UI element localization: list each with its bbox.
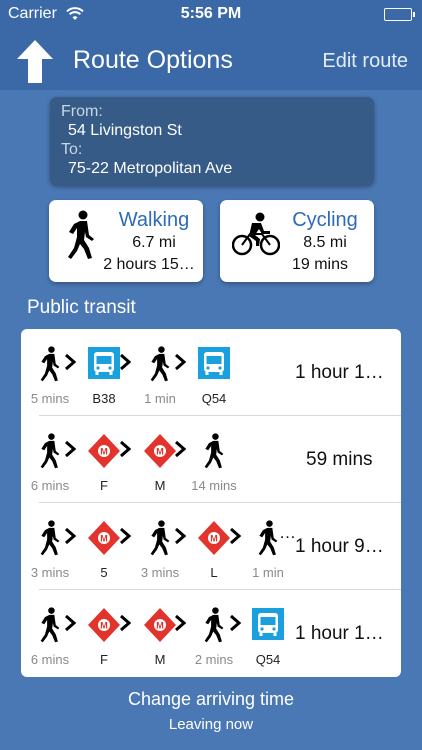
bus-icon	[251, 607, 285, 643]
section-title-public-transit: Public transit	[27, 297, 136, 318]
cycling-distance: 8.5 mi	[303, 234, 347, 251]
status-time: 5:56 PM	[180, 5, 242, 22]
route-total-time: 1 hour 9…	[295, 536, 384, 557]
up-arrow-icon[interactable]	[14, 37, 56, 85]
status-bar: Carrier 5:56 PM	[0, 0, 422, 30]
walking-icon	[143, 346, 177, 382]
cycling-label: Cycling	[292, 209, 358, 231]
route-step: Q54	[189, 346, 239, 406]
cycling-option[interactable]: Cycling 8.5 mi 19 mins	[220, 200, 374, 282]
to-address: 75-22 Metropolitan Ave	[68, 160, 233, 177]
route-step: 14 mins	[189, 433, 239, 493]
leaving-status: Leaving now	[168, 716, 254, 733]
chevron-right-icon	[64, 527, 77, 545]
step-label: Q54	[255, 652, 281, 667]
change-arriving-time-button[interactable]: Change arriving time	[0, 689, 422, 710]
chevron-right-icon	[64, 440, 77, 458]
route-total-time: 59 mins	[306, 449, 373, 470]
svg-text:M: M	[100, 447, 108, 457]
nav-bar: Route Options Edit route	[0, 30, 422, 90]
bus-icon	[87, 346, 121, 382]
chevron-right-icon	[229, 614, 242, 632]
chevron-right-icon	[174, 440, 187, 458]
walking-icon	[63, 210, 99, 265]
metro-icon: M	[87, 607, 121, 643]
metro-icon: M	[143, 607, 177, 643]
page-title: Route Options	[73, 46, 233, 74]
to-label: To:	[61, 141, 83, 158]
more-steps-indicator: …	[279, 523, 296, 542]
walking-icon	[33, 346, 67, 382]
svg-text:M: M	[100, 621, 108, 631]
walking-distance: 6.7 mi	[132, 234, 176, 251]
step-label: 1 min	[252, 565, 284, 580]
step-label: 14 mins	[191, 478, 237, 493]
metro-icon: M	[197, 520, 231, 556]
chevron-right-icon	[174, 527, 187, 545]
transit-route-row[interactable]: 6 mins M F M M 2 mins Q54 1 hour 1…	[21, 590, 401, 677]
walking-option[interactable]: Walking 6.7 mi 2 hours 15…	[49, 200, 203, 282]
chevron-right-icon	[64, 614, 77, 632]
chevron-right-icon	[119, 440, 132, 458]
metro-icon: M	[143, 433, 177, 469]
cycling-duration: 19 mins	[291, 256, 349, 273]
bus-icon	[197, 346, 231, 382]
chevron-right-icon	[174, 353, 187, 371]
from-address: 54 Livingston St	[68, 122, 182, 139]
walking-icon	[197, 433, 231, 469]
walking-icon	[143, 520, 177, 556]
chevron-right-icon	[119, 527, 132, 545]
walking-icon	[197, 607, 231, 643]
edit-route-button[interactable]: Edit route	[322, 50, 408, 73]
svg-text:M: M	[210, 534, 218, 544]
bicycle-icon	[231, 212, 281, 261]
battery-icon	[384, 8, 415, 21]
transit-route-row[interactable]: 3 mins M 5 3 mins M L 1 min… 1 hour 9…	[21, 503, 401, 590]
transit-route-list: 5 mins B38 1 min Q54 1 hour 1… 6 mins M F M M 14 m…	[21, 329, 401, 677]
walking-duration: 2 hours 15…	[103, 256, 195, 273]
route-step: Q54	[243, 607, 293, 667]
route-total-time: 1 hour 1…	[295, 362, 384, 383]
walking-label: Walking	[118, 209, 190, 231]
walking-icon	[33, 520, 67, 556]
chevron-right-icon	[174, 614, 187, 632]
transit-route-row[interactable]: 5 mins B38 1 min Q54 1 hour 1…	[21, 329, 401, 416]
walking-icon	[33, 433, 67, 469]
transit-route-row[interactable]: 6 mins M F M M 14 mins 59 mins	[21, 416, 401, 503]
chevron-right-icon	[64, 353, 77, 371]
svg-text:M: M	[156, 621, 164, 631]
route-total-time: 1 hour 1…	[295, 623, 384, 644]
svg-text:M: M	[100, 534, 108, 544]
chevron-right-icon	[119, 353, 132, 371]
metro-icon: M	[87, 433, 121, 469]
svg-text:M: M	[156, 447, 164, 457]
route-summary[interactable]: From: 54 Livingston St To: 75-22 Metropo…	[50, 97, 374, 185]
step-label: Q54	[201, 391, 227, 406]
chevron-right-icon	[229, 527, 242, 545]
walking-icon	[33, 607, 67, 643]
chevron-right-icon	[119, 614, 132, 632]
from-label: From:	[61, 103, 103, 120]
metro-icon: M	[87, 520, 121, 556]
